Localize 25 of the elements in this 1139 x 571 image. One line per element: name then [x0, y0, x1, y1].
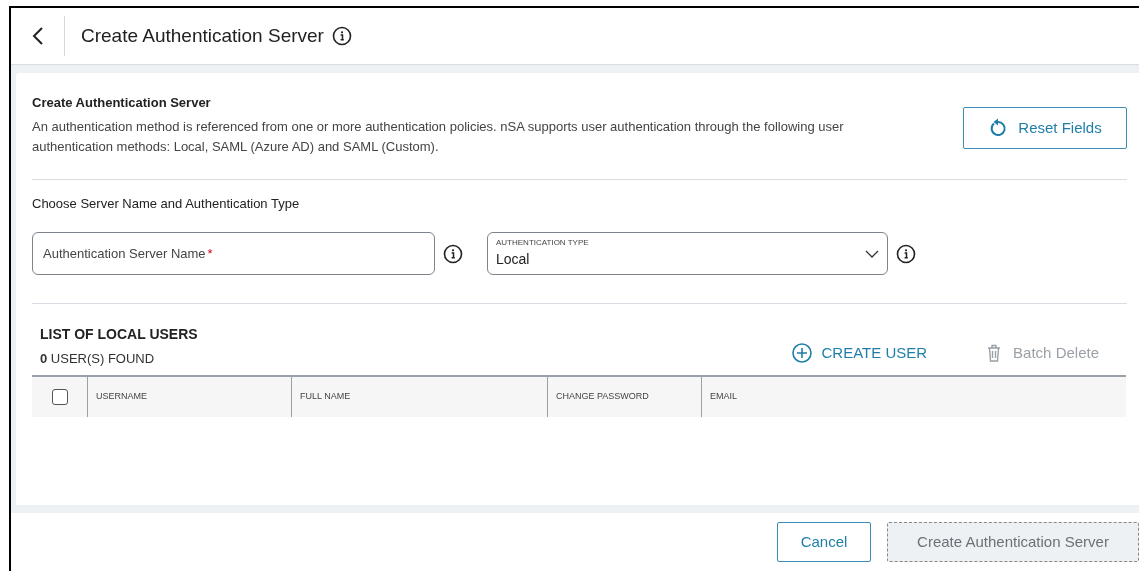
- back-icon: [30, 26, 45, 46]
- description: An authentication method is referenced from one or more authentication policies. nSA supports user authentication through the following user authentication methods: Local, SAML (Azure AD) and SAML (Custom).: [32, 117, 845, 156]
- section-title: Choose Server Name and Authentication Type: [32, 194, 301, 213]
- trash-icon: [987, 344, 1002, 363]
- column-header: EMAIL: [710, 389, 737, 403]
- page-title: Create Authentication Server: [81, 23, 324, 48]
- chevron-down-icon: [865, 249, 879, 258]
- column-header: USERNAME: [96, 389, 147, 403]
- list-title: LIST OF LOCAL USERS: [40, 325, 199, 344]
- cancel-button[interactable]: Cancel: [777, 522, 871, 562]
- authentication-type-dropdown[interactable]: AUTHENTICATION TYPE Local: [487, 232, 888, 275]
- server-name-field[interactable]: Authentication Server Name*: [32, 232, 435, 275]
- section-title: Create Authentication Server: [32, 94, 212, 112]
- info-icon[interactable]: [443, 243, 463, 264]
- plus-circle-icon: [791, 343, 812, 364]
- create-user-button[interactable]: CREATE USER: [791, 342, 928, 365]
- user-count: 0 USER(S) FOUND: [40, 350, 156, 368]
- info-icon[interactable]: [331, 26, 352, 46]
- column-header: FULL NAME: [300, 389, 351, 403]
- reset-fields-button[interactable]: Reset Fields: [963, 107, 1127, 149]
- select-all-checkbox[interactable]: [51, 388, 68, 405]
- column-header: CHANGE PASSWORD: [556, 389, 649, 403]
- info-icon[interactable]: [896, 243, 916, 264]
- required-asterisk: *: [207, 244, 213, 263]
- reset-icon: [988, 118, 1009, 138]
